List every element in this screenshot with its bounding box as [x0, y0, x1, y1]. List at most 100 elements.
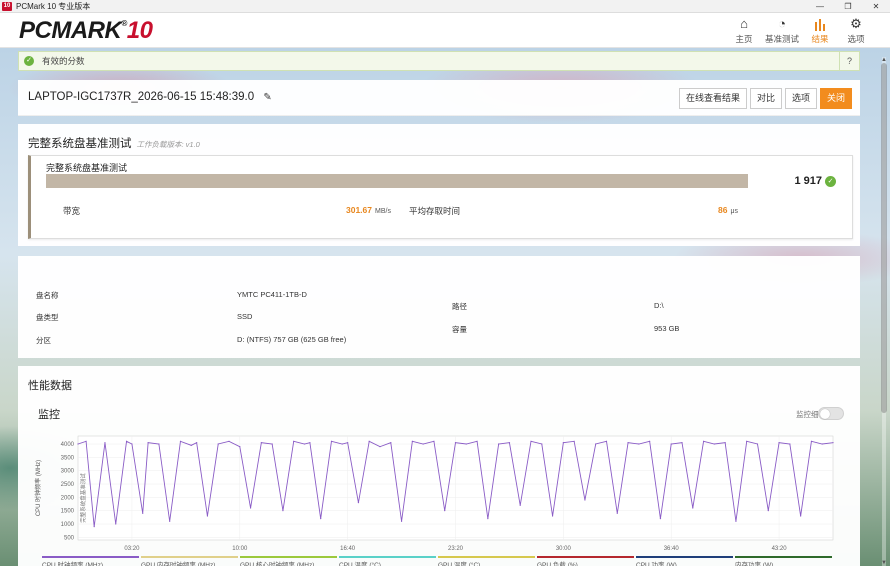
latency-value: 86 μs — [718, 205, 739, 215]
y-tick-label: 1000 — [61, 522, 75, 528]
scroll-up-arrow[interactable]: ▲ — [880, 57, 888, 63]
data-point — [767, 510, 769, 512]
legend-item[interactable]: GPU 负载 (%) — [537, 556, 634, 566]
data-point — [85, 440, 87, 442]
nav-results[interactable]: 结果 — [802, 15, 838, 45]
x-tick-label: 16:40 — [340, 546, 356, 552]
data-point — [832, 442, 834, 444]
data-point — [422, 443, 424, 445]
nav-benchmarks-label: 基准测试 — [764, 34, 799, 44]
data-point — [519, 504, 521, 506]
nav-options[interactable]: ⚙ 选项 — [838, 15, 874, 45]
data-point — [330, 440, 333, 442]
close-result-button[interactable]: 关闭 — [819, 88, 852, 109]
y-tick-label: 2000 — [61, 495, 75, 501]
scroll-down-arrow[interactable]: ▼ — [880, 560, 888, 566]
view-online-button[interactable]: 在线查看结果 — [678, 88, 747, 109]
data-point — [142, 512, 144, 514]
x-tick-label: 23:20 — [448, 546, 464, 552]
data-point — [320, 518, 322, 520]
options-button[interactable]: 选项 — [784, 88, 817, 109]
nav-home-label: 主页 — [735, 34, 753, 44]
compare-button[interactable]: 对比 — [749, 88, 782, 109]
data-point — [487, 518, 489, 520]
data-point — [724, 442, 726, 444]
performance-panel: 性能数据 监控 监控细节 500 1000 1500 2000 2500 3000 3500… — [18, 366, 860, 566]
score-check-icon: ✓ — [825, 175, 836, 187]
legend-item[interactable]: 内存功率 (W) — [735, 556, 832, 566]
benchmark-title-text: 完整系统盘基准测试 — [28, 138, 132, 150]
toggle-knob — [820, 409, 830, 419]
data-point — [789, 443, 791, 445]
result-header: LAPTOP-IGC1737R_2026-06-15 15:48:39.0 ✎ … — [18, 80, 860, 116]
maximize-button[interactable]: ❐ — [834, 0, 862, 13]
data-point — [573, 440, 575, 442]
capacity-label: 容量 — [452, 325, 467, 334]
data-point — [217, 443, 219, 445]
data-point — [821, 443, 823, 445]
page-scrollbar[interactable]: ▲ ▼ — [880, 57, 888, 566]
data-point — [465, 443, 467, 445]
y-tick-label: 1500 — [61, 509, 75, 515]
close-window-button[interactable]: ✕ — [862, 0, 890, 13]
x-tick-label: 03:20 — [124, 546, 140, 552]
data-point — [735, 520, 737, 522]
data-point — [131, 443, 133, 445]
app-icon: 10 — [2, 1, 12, 11]
data-point — [454, 442, 457, 444]
legend-item[interactable]: CPU 温度 (°C) — [339, 556, 436, 566]
data-point — [444, 510, 446, 512]
legend-item[interactable]: GPU 温度 (°C) — [438, 556, 535, 566]
result-title: LAPTOP-IGC1737R_2026-06-15 15:48:39.0 ✎ — [28, 91, 272, 103]
legend-item[interactable]: CPU 时钟频率 (MHz) — [42, 556, 139, 566]
scrollbar-thumb[interactable] — [881, 63, 887, 413]
legend-item[interactable]: CPU 功率 (W) — [636, 556, 733, 566]
data-point — [649, 440, 651, 442]
help-button[interactable]: ? — [839, 52, 859, 70]
x-tick-label: 30:00 — [556, 546, 572, 552]
data-point — [158, 443, 160, 445]
data-point — [115, 523, 117, 525]
score-value: 1 917 — [794, 175, 822, 187]
nav-home[interactable]: ⌂ 主页 — [726, 15, 762, 45]
y-tick-label: 4000 — [61, 442, 75, 448]
data-point — [400, 520, 403, 522]
edit-pencil-icon[interactable]: ✎ — [263, 92, 271, 103]
data-point — [778, 442, 780, 444]
y-tick-label: 3000 — [61, 469, 75, 475]
data-point — [169, 520, 171, 522]
data-point — [104, 442, 106, 444]
bandwidth-label: 带宽 — [63, 206, 81, 216]
legend-item[interactable]: GPU 内存时钟频率 (MHz) — [141, 556, 238, 566]
benchmark-panel: 完整系统盘基准测试 工作负载版本: v1.0 完整系统盘基准测试 1 917 ✓ … — [18, 124, 860, 246]
path-label: 路径 — [452, 302, 467, 311]
score-card-name: 完整系统盘基准测试 — [46, 163, 128, 173]
bandwidth-value: 301.67 MB/s — [346, 205, 391, 215]
gauge-icon: ◔ — [778, 16, 786, 31]
home-icon: ⌂ — [740, 16, 748, 31]
nav-benchmarks[interactable]: ◔ 基准测试 — [762, 15, 802, 45]
legend-item[interactable]: GPU 核心时钟频率 (MHz) — [240, 556, 337, 566]
data-point — [681, 442, 683, 444]
monitor-details-toggle[interactable] — [818, 407, 844, 420]
disk-info-panel: 盘名称 YMTC PC411-1TB-D 盘类型 SSD 分区 D: (NTFS… — [18, 256, 860, 358]
data-point — [293, 440, 295, 442]
x-tick-label: 43:20 — [772, 546, 788, 552]
data-point — [810, 440, 813, 442]
data-point — [282, 510, 284, 512]
window-controls: — ❐ ✕ — [806, 0, 890, 13]
latency-label: 平均存取时间 — [409, 206, 461, 216]
bar-chart-icon — [802, 15, 838, 33]
nav-options-label: 选项 — [847, 34, 865, 44]
data-point — [271, 443, 273, 445]
data-point — [476, 440, 478, 442]
benchmark-title: 完整系统盘基准测试 工作负载版本: v1.0 — [28, 135, 200, 151]
minimize-button[interactable]: — — [806, 0, 834, 13]
data-point — [390, 442, 392, 444]
score-bar — [46, 174, 748, 188]
y-axis-label: CPU 时钟频率 (MHz) — [34, 460, 42, 516]
data-point — [77, 443, 79, 445]
capacity-value: 953 GB — [654, 324, 680, 333]
data-point — [616, 512, 618, 514]
main-nav: ⌂ 主页 ◔ 基准测试 结果 ⚙ 选项 — [726, 15, 874, 45]
